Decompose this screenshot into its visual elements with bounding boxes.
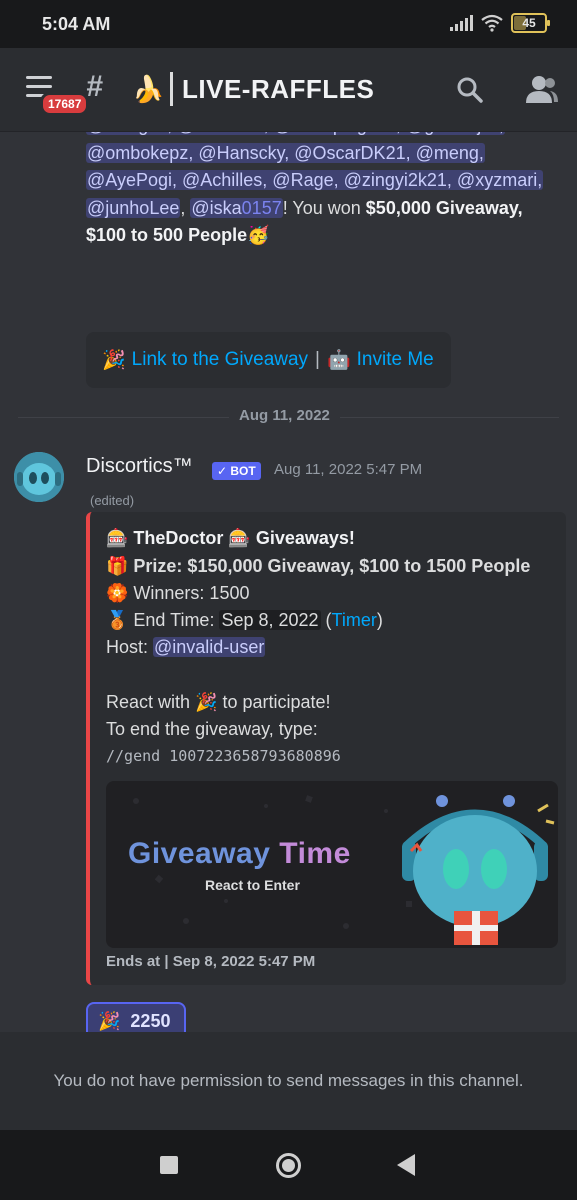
battery-level: 45 [522, 16, 536, 30]
timer-open: ( [320, 610, 332, 630]
mentions-line-4: @junhoLee, @iska0157! You won $50,000 Gi… [86, 197, 523, 218]
party-popper-emoji-icon: 🎉 [102, 350, 126, 371]
party-popper-emoji-icon: 🎉 [195, 692, 218, 712]
end-time-label: 🥉 End Time: [106, 610, 220, 630]
recent-apps-icon[interactable] [160, 1156, 178, 1174]
message-timestamp: Aug 11, 2022 5:47 PM [274, 461, 423, 478]
link-separator: | [315, 349, 320, 370]
channel-name[interactable]: LIVE-RAFFLES [182, 74, 374, 105]
link-to-giveaway[interactable]: Link to the Giveaway [132, 349, 308, 371]
members-icon[interactable] [524, 74, 558, 104]
edited-label: (edited) [90, 493, 135, 508]
channel-header: 17687 # 🍌 LIVE-RAFFLES [0, 48, 577, 132]
mention-iska-suffix: 0157 [241, 197, 282, 218]
signal-icon [450, 15, 473, 31]
react-text-1: React with [106, 692, 196, 712]
mention-junholee[interactable]: @junhoLee [86, 197, 181, 218]
no-permission-text: You do not have permission to send messa… [53, 1071, 524, 1090]
status-icons: 45 [450, 13, 550, 33]
prize-text-2: $100 to 500 People [86, 225, 248, 245]
embed-host: Host: @invalid-user [106, 637, 266, 658]
mention-iska[interactable]: @iska0157 [190, 197, 283, 218]
mentions-line-5: $100 to 500 People🥳 [86, 222, 566, 250]
status-time: 5:04 AM [42, 14, 111, 34]
mention-group[interactable]: @AyePogi, @Achilles, @Rage, @zingyi2k21,… [86, 170, 544, 190]
wifi-icon [481, 14, 503, 32]
banner-title-word-2: Time [279, 837, 351, 870]
mentions-line-2: @ombokepz, @Hanscky, @OscarDK21, @meng, [86, 140, 566, 168]
channel-hash-icon: # [86, 70, 103, 103]
prize-text: $50,000 Giveaway, [365, 197, 523, 218]
search-icon[interactable] [456, 76, 484, 104]
end-time-value: Sep 8, 2022 [219, 610, 321, 630]
embed-winners: 🏵️ Winners: 1500 [106, 583, 250, 603]
no-permission-notice: You do not have permission to send messa… [0, 1032, 577, 1130]
invite-me-link[interactable]: Invite Me [357, 349, 434, 371]
status-bar: 5:04 AM 45 [0, 0, 577, 48]
embed-command: //gend 1007223658793680896 [106, 747, 341, 765]
embed-prize: 🎁 Prize: $150,000 Giveaway, $100 to 1500… [106, 556, 531, 576]
previous-message-content: @Oxagus, @Random, @awkspinguim, @gemskjo… [86, 112, 566, 250]
back-icon[interactable] [397, 1154, 415, 1176]
message-author[interactable]: Discortics™ [86, 455, 193, 478]
reaction-count: 2250 [130, 1010, 171, 1031]
discord-app: @Oxagus, @Random, @awkspinguim, @gemskjo… [0, 48, 577, 1130]
date-divider-label: Aug 11, 2022 [229, 407, 340, 424]
timer-link[interactable]: Timer [332, 610, 377, 630]
timer-close: ) [376, 610, 383, 630]
mention-iska-name: @iska [191, 197, 242, 218]
channel-name-separator [170, 72, 173, 106]
banner-title: Giveaway Time [128, 837, 351, 871]
giveaway-banner-image[interactable]: Giveaway Time React to Enter [106, 781, 558, 948]
host-label: Host: [106, 637, 154, 657]
banana-emoji-icon: 🍌 [132, 74, 165, 104]
bot-tag: ✓ BOT [212, 462, 261, 480]
host-mention[interactable]: @invalid-user [153, 637, 266, 657]
battery-icon: 45 [511, 13, 550, 33]
party-face-emoji-icon: 🥳 [247, 225, 270, 245]
previous-message-links: 🎉 Link to the Giveaway | 🤖 Invite Me [86, 332, 451, 388]
avatar[interactable] [14, 452, 64, 502]
giveaway-embed: 🎰 TheDoctor 🎰 Giveaways! 🎁 Prize: $150,0… [86, 512, 566, 985]
system-nav-bar [0, 1130, 577, 1200]
react-text-2: to participate! [217, 692, 331, 712]
home-icon[interactable] [275, 1152, 302, 1179]
embed-react-instructions: React with 🎉 to participate! [106, 692, 331, 713]
robot-emoji-icon: 🤖 [326, 350, 351, 371]
embed-title: 🎰 TheDoctor 🎰 Giveaways! [106, 528, 355, 548]
banner-subtitle: React to Enter [205, 877, 300, 893]
won-text: ! You won [282, 197, 366, 218]
banner-title-word-1: Giveaway [128, 837, 271, 870]
party-popper-emoji-icon: 🎉 [98, 1010, 121, 1031]
mention-group[interactable]: @ombokepz, @Hanscky, @OscarDK21, @meng, [86, 142, 485, 163]
embed-end-time: 🥉 End Time: Sep 8, 2022 (Timer) [106, 610, 383, 631]
notification-badge: 17687 [40, 92, 90, 116]
embed-footer: Ends at | Sep 8, 2022 5:47 PM [106, 953, 316, 970]
embed-end-instructions: To end the giveaway, type: [106, 719, 318, 739]
mentions-line-3: @AyePogi, @Achilles, @Rage, @zingyi2k21,… [86, 167, 566, 195]
